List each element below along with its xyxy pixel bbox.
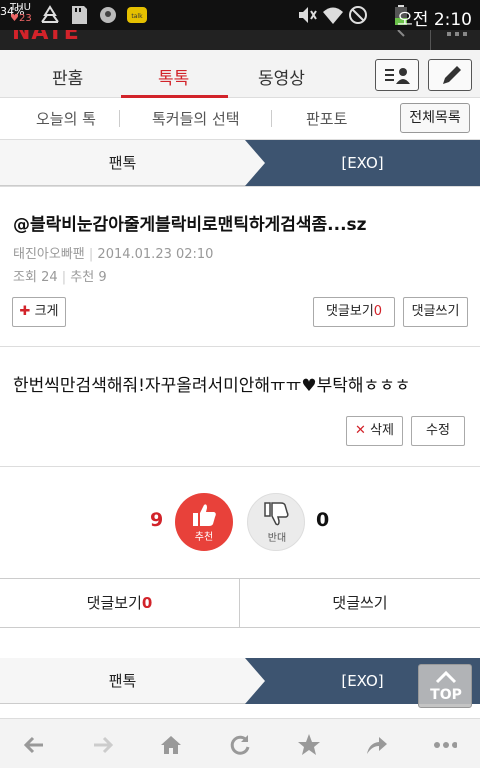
post-author-date: 태진아오빠팬 | 2014.01.23 02:10 (13, 247, 214, 262)
plus-icon: ✚ (19, 304, 31, 319)
menu-icon[interactable] (447, 30, 467, 40)
wifi-icon (323, 7, 343, 24)
app-header: NATE (0, 30, 480, 50)
breadcrumb-category[interactable]: 팬톡 (0, 658, 245, 703)
post-datetime: 2014.01.23 02:10 (97, 247, 214, 262)
view-comments-button[interactable]: 댓글보기0 (313, 297, 395, 327)
more-menu-icon[interactable] (431, 732, 457, 758)
recommend-button[interactable]: 추천 (175, 493, 233, 551)
clock: 오전 2:10 (397, 10, 472, 30)
enlarge-text-button[interactable]: ✚ 크게 (12, 297, 66, 327)
post-author[interactable]: 태진아오빠팬 (13, 247, 85, 262)
subnav-pan-photo[interactable]: 판포토 (306, 108, 347, 129)
status-bar: THU ♥23 talk 34% 오전 2:10 (0, 0, 480, 30)
home-icon[interactable] (158, 732, 184, 758)
breadcrumb-bottom: 팬톡 [EXO] (0, 658, 480, 704)
subnav-divider (271, 110, 272, 127)
post-title: @블락비눈감아줄게블락비로맨틱하게검색좀...sz (13, 215, 367, 235)
refresh-icon[interactable] (227, 732, 253, 758)
recycle-icon (41, 5, 59, 23)
all-list-button[interactable]: 전체목록 (400, 103, 470, 133)
post-body: 한번씩만검색해줘!자꾸올려서미안해ㅠㅠ♥부탁해ㅎㅎㅎ (13, 376, 411, 396)
calendar-day: THU ♥23 (10, 2, 32, 24)
oppose-count: 0 (316, 509, 330, 531)
back-arrow-icon[interactable] (21, 732, 47, 758)
app-notification-icon (100, 7, 116, 23)
header-divider (430, 30, 431, 50)
share-arrow-icon[interactable] (363, 732, 389, 758)
chevron-up-icon (435, 670, 457, 684)
scroll-top-button[interactable]: TOP (418, 664, 472, 708)
x-icon: ✕ (355, 423, 366, 438)
search-icon[interactable] (396, 30, 416, 40)
browser-toolbar (0, 718, 480, 768)
breadcrumb-category[interactable]: 팬톡 (0, 140, 245, 185)
tab-video[interactable]: 동영상 (258, 64, 305, 89)
brand-logo[interactable]: NATE (12, 30, 80, 45)
my-page-button[interactable] (375, 59, 419, 91)
mute-icon (299, 7, 317, 23)
edit-button[interactable]: 수정 (411, 416, 465, 446)
comment-bar: 댓글보기0 댓글쓰기 (0, 578, 480, 628)
comment-count: 0 (373, 304, 383, 319)
svg-text:talk: talk (131, 13, 143, 20)
recommend-label: 추천 (194, 532, 214, 543)
sd-card-icon (72, 6, 87, 24)
recommend-count: 9 (150, 509, 164, 531)
comment-bar-view-button[interactable]: 댓글보기0 (0, 579, 240, 627)
write-post-button[interactable] (428, 59, 472, 91)
comment-bar-count: 0 (141, 594, 153, 612)
forward-arrow-icon[interactable] (90, 732, 116, 758)
subnav-divider (119, 110, 120, 127)
divider (0, 346, 480, 347)
pencil-icon (443, 66, 461, 84)
no-signal-icon (349, 6, 367, 24)
comment-bar-write-button[interactable]: 댓글쓰기 (240, 579, 480, 627)
kakaotalk-icon: talk (127, 7, 147, 23)
user-list-icon (385, 68, 410, 84)
tab-pan-home[interactable]: 판홈 (52, 64, 83, 89)
oppose-label: 반대 (267, 533, 287, 544)
tab-toktok[interactable]: 톡톡 (158, 64, 189, 89)
sub-nav: 오늘의 톡 톡커들의 선택 판포토 전체목록 (0, 98, 480, 140)
thumbs-down-icon (264, 502, 289, 526)
top-label: TOP (430, 687, 462, 703)
bookmark-star-icon[interactable] (296, 732, 322, 758)
post-stats: 조회 24 | 추천 9 (13, 270, 107, 285)
delete-button[interactable]: ✕ 삭제 (346, 416, 403, 446)
subnav-today-talk[interactable]: 오늘의 톡 (36, 108, 96, 129)
breadcrumb-board[interactable]: [EXO] (245, 140, 480, 185)
divider (0, 466, 480, 467)
divider (0, 186, 480, 187)
main-nav: 판홈 톡톡 동영상 (0, 50, 480, 98)
thumbs-up-icon (193, 504, 216, 526)
post-views: 24 (41, 270, 58, 285)
write-comment-button[interactable]: 댓글쓰기 (403, 297, 468, 327)
breadcrumb: 팬톡 [EXO] (0, 140, 480, 186)
subnav-talker-choice[interactable]: 톡커들의 선택 (152, 108, 240, 129)
post-recommends: 9 (98, 270, 107, 285)
oppose-button[interactable]: 반대 (247, 493, 305, 551)
